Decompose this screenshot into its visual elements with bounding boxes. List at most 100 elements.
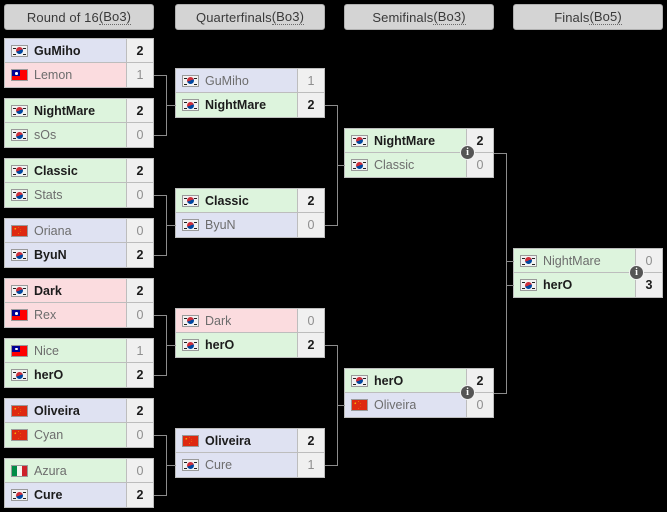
flag-cn-icon <box>182 434 199 447</box>
player-name: herO <box>34 368 64 382</box>
flag-kr-icon <box>11 369 28 381</box>
flag-kr-icon <box>11 189 28 201</box>
flag-kr-icon <box>182 314 199 327</box>
match-r16-m8[interactable]: Azura 0 Cure 2 <box>4 458 154 508</box>
round-header-quarterfinals[interactable]: Quarterfinals (Bo3) <box>175 4 325 30</box>
match-r16-m5[interactable]: Dark 2 Rex 0 <box>4 278 154 328</box>
match-row[interactable]: Nice 1 <box>5 339 153 363</box>
opponent-bottom: herO <box>176 333 297 357</box>
match-r16-m4[interactable]: Oriana 0 ByuN 2 <box>4 218 154 268</box>
match-row[interactable]: ByuN 0 <box>176 213 324 237</box>
opponent-bottom: Cyan <box>5 423 126 447</box>
match-qf-m3[interactable]: Dark 0 herO 2 <box>175 308 325 358</box>
match-row[interactable]: herO 2 <box>176 333 324 357</box>
score-top: 1 <box>297 69 324 92</box>
match-r16-m7[interactable]: Oliveira 2 Cyan 0 <box>4 398 154 448</box>
round-header-format: (Bo3) <box>433 9 466 25</box>
round-header-label: Round of 16 <box>26 9 99 25</box>
flag-tw-icon <box>11 344 28 357</box>
match-info-icon[interactable]: i <box>460 145 475 160</box>
player-name: Nice <box>34 343 60 358</box>
score-bottom: 0 <box>126 123 153 147</box>
flag-tw-icon <box>11 69 28 81</box>
opponent-bottom: NightMare <box>176 93 297 117</box>
opponent-top: Dark <box>176 309 297 332</box>
match-row[interactable]: NightMare 2 <box>5 99 153 123</box>
flag-kr-icon <box>351 374 368 387</box>
connector-line <box>506 261 514 262</box>
opponent-bottom: ByuN <box>176 213 297 237</box>
match-row[interactable]: Stats 0 <box>5 183 153 207</box>
player-name: NightMare <box>543 253 601 268</box>
player-name: NightMare <box>205 98 267 112</box>
match-row[interactable]: Azura 0 <box>5 459 153 483</box>
player-name: Oriana <box>34 223 72 238</box>
flag-kr-icon <box>520 279 537 291</box>
connector-line <box>337 405 345 406</box>
flag-kr-icon <box>182 459 199 471</box>
score-top: 2 <box>297 429 324 452</box>
round-header-semifinals[interactable]: Semifinals (Bo3) <box>344 4 494 30</box>
match-row[interactable]: Oliveira 2 <box>5 399 153 423</box>
match-r16-m6[interactable]: Nice 1 herO 2 <box>4 338 154 388</box>
player-name: NightMare <box>374 133 436 148</box>
match-row[interactable]: Classic 2 <box>5 159 153 183</box>
score-bottom: 0 <box>126 183 153 207</box>
opponent-bottom: Classic <box>345 153 466 177</box>
match-r16-m2[interactable]: NightMare 2 sOs 0 <box>4 98 154 148</box>
score-bottom: 1 <box>297 453 324 477</box>
match-row[interactable]: ByuN 2 <box>5 243 153 267</box>
match-row[interactable]: Dark 0 <box>176 309 324 333</box>
opponent-bottom: Cure <box>176 453 297 477</box>
player-name: ByuN <box>34 248 67 262</box>
match-info-icon[interactable]: i <box>629 265 644 280</box>
match-row[interactable]: Oriana 0 <box>5 219 153 243</box>
match-row[interactable]: Cure 2 <box>5 483 153 507</box>
match-row[interactable]: Rex 0 <box>5 303 153 327</box>
match-row[interactable]: Lemon 1 <box>5 63 153 87</box>
score-top: 1 <box>126 339 153 362</box>
round-header-round-of-16[interactable]: Round of 16 (Bo3) <box>4 4 154 30</box>
connector-line <box>166 465 176 466</box>
match-row[interactable]: NightMare 2 <box>176 93 324 117</box>
player-name: Rex <box>34 308 57 322</box>
score-bottom: 1 <box>126 63 153 87</box>
player-name: herO <box>205 338 235 352</box>
match-row[interactable]: GuMiho 2 <box>5 39 153 63</box>
player-name: Oliveira <box>374 398 417 412</box>
flag-it-icon <box>11 464 28 477</box>
player-name: Dark <box>205 313 232 328</box>
match-row[interactable]: Cyan 0 <box>5 423 153 447</box>
flag-kr-icon <box>11 284 28 297</box>
match-row[interactable]: Oliveira 2 <box>176 429 324 453</box>
flag-kr-icon <box>351 134 368 147</box>
match-qf-m2[interactable]: Classic 2 ByuN 0 <box>175 188 325 238</box>
match-row[interactable]: sOs 0 <box>5 123 153 147</box>
flag-kr-icon <box>351 159 368 171</box>
player-name: Classic <box>374 158 415 172</box>
tournament-bracket: Round of 16 (Bo3) Quarterfinals (Bo3) Se… <box>0 0 667 512</box>
match-r16-m1[interactable]: GuMiho 2 Lemon 1 <box>4 38 154 88</box>
match-row[interactable]: GuMiho 1 <box>176 69 324 93</box>
match-row[interactable]: herO 2 <box>5 363 153 387</box>
match-qf-m4[interactable]: Oliveira 2 Cure 1 <box>175 428 325 478</box>
flag-cn-icon <box>11 404 28 417</box>
player-name: Stats <box>34 188 63 202</box>
connector-line <box>337 165 345 166</box>
player-name: herO <box>374 373 404 388</box>
match-row[interactable]: Dark 2 <box>5 279 153 303</box>
round-header-finals[interactable]: Finals (Bo5) <box>513 4 663 30</box>
round-header-format: (Bo3) <box>98 9 132 25</box>
match-row[interactable]: Cure 1 <box>176 453 324 477</box>
score-bottom: 2 <box>297 333 324 357</box>
opponent-top: NightMare <box>5 99 126 122</box>
player-name: Lemon <box>34 68 73 82</box>
match-r16-m3[interactable]: Classic 2 Stats 0 <box>4 158 154 208</box>
match-qf-m1[interactable]: GuMiho 1 NightMare 2 <box>175 68 325 118</box>
flag-tw-icon <box>11 309 28 321</box>
match-info-icon[interactable]: i <box>460 385 475 400</box>
score-bottom: 0 <box>126 303 153 327</box>
flag-kr-icon <box>11 104 28 117</box>
match-row[interactable]: Classic 2 <box>176 189 324 213</box>
opponent-bottom: sOs <box>5 123 126 147</box>
